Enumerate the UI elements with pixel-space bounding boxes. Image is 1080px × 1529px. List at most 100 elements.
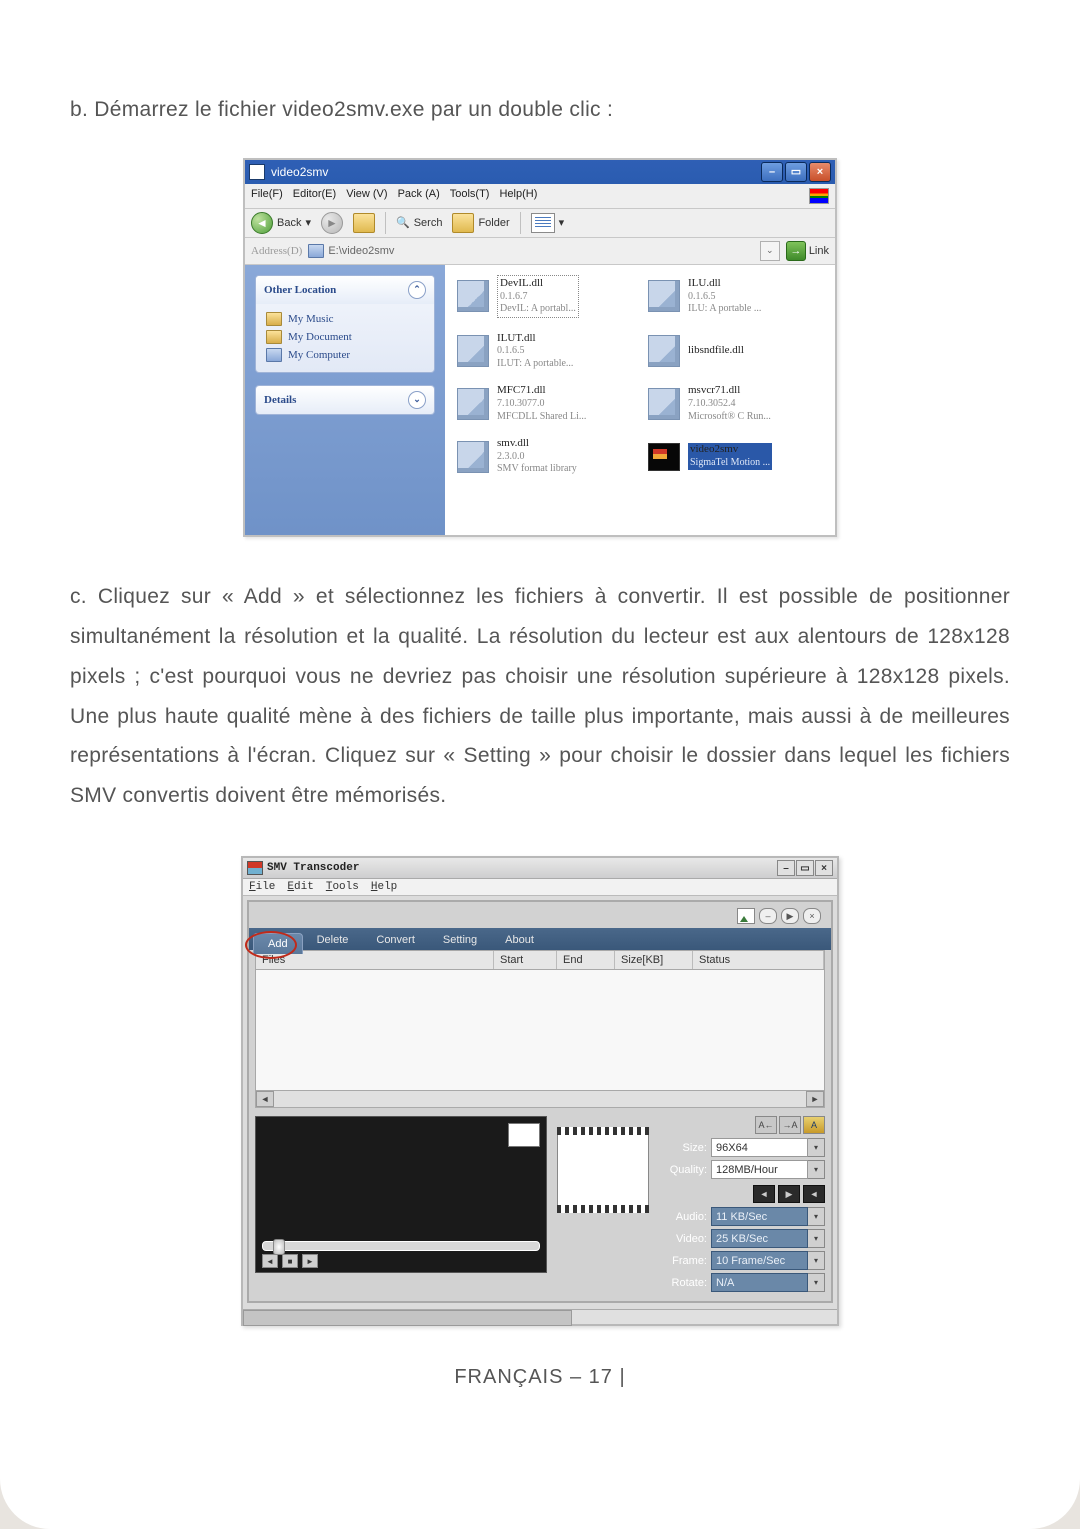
mark-a-button[interactable]: A bbox=[803, 1116, 825, 1134]
address-dropdown[interactable]: ⌄ bbox=[760, 241, 780, 261]
details-panel: Details ⌄ bbox=[255, 385, 435, 415]
mark-a-out-button[interactable]: →A bbox=[779, 1116, 801, 1134]
address-input[interactable]: E:\video2smv bbox=[308, 244, 753, 258]
menu-editor[interactable]: Editor(E) bbox=[293, 188, 336, 204]
maximize-button[interactable]: ▭ bbox=[796, 860, 814, 876]
stop-button[interactable]: × bbox=[803, 908, 821, 924]
tab-setting[interactable]: Setting bbox=[429, 930, 491, 950]
audio-select[interactable]: 11 KB/Sec bbox=[711, 1207, 808, 1226]
address-bar: Address(D) E:\video2smv ⌄ → Link bbox=[245, 238, 835, 265]
timeline[interactable]: ◄ ■ ► bbox=[262, 1241, 540, 1268]
maximize-button[interactable]: ▭ bbox=[785, 162, 807, 182]
address-path: E:\video2smv bbox=[328, 245, 394, 257]
menu-view[interactable]: View (V) bbox=[346, 188, 387, 204]
menu-help[interactable]: Help bbox=[371, 881, 397, 893]
folder-button[interactable]: Folder bbox=[452, 213, 509, 233]
sidebar-item-music[interactable]: My Music bbox=[266, 310, 424, 328]
video-select[interactable]: 25 KB/Sec bbox=[711, 1229, 808, 1248]
play-button[interactable]: ▶ bbox=[781, 908, 799, 924]
col-start[interactable]: Start bbox=[494, 951, 557, 969]
menu-file[interactable]: File(F) bbox=[251, 188, 283, 204]
go-button[interactable]: → Link bbox=[786, 241, 829, 261]
horizontal-scrollbar[interactable]: ◄► bbox=[255, 1091, 825, 1108]
file-item[interactable]: msvcr71.dll7.10.3052.4Microsoft® C Run..… bbox=[648, 384, 823, 423]
folder-icon bbox=[266, 330, 282, 344]
menu-tools[interactable]: Tools bbox=[326, 881, 359, 893]
folder-icon bbox=[452, 213, 474, 233]
seek-left-icon[interactable]: ◄ bbox=[262, 1254, 278, 1268]
sidebar-item-computer[interactable]: My Computer bbox=[266, 346, 424, 364]
app-icon bbox=[247, 861, 263, 875]
col-status[interactable]: Status bbox=[693, 951, 824, 969]
file-item[interactable]: libsndfile.dll bbox=[648, 332, 823, 371]
toolbar: ◄ Back ▾ ► 🔍 Serch Folder ▾ bbox=[245, 209, 835, 238]
menu-pack[interactable]: Pack (A) bbox=[398, 188, 440, 204]
details-header[interactable]: Details ⌄ bbox=[256, 386, 434, 414]
seek-center-icon[interactable]: ■ bbox=[282, 1254, 298, 1268]
minimize-button[interactable]: – bbox=[777, 860, 795, 876]
step-c-text: c. Cliquez sur « Add » et sélectionnez l… bbox=[70, 577, 1010, 816]
file-item[interactable]: MFC71.dll7.10.3077.0MFCDLL Shared Li... bbox=[457, 384, 632, 423]
dropdown-icon[interactable]: ▾ bbox=[808, 1138, 825, 1157]
volume-mute-icon[interactable]: ◄ bbox=[803, 1185, 825, 1203]
file-grid-body[interactable] bbox=[255, 970, 825, 1091]
file-item[interactable]: ILUT.dll0.1.6.5ILUT: A portable... bbox=[457, 332, 632, 371]
close-button[interactable]: × bbox=[809, 162, 831, 182]
size-label: Size: bbox=[659, 1142, 711, 1154]
tab-about[interactable]: About bbox=[491, 930, 548, 950]
dropdown-icon[interactable]: ▾ bbox=[808, 1273, 825, 1292]
tab-delete[interactable]: Delete bbox=[303, 930, 363, 950]
dropdown-icon[interactable]: ▾ bbox=[808, 1207, 825, 1226]
other-location-panel: Other Location ⌃ My Music My Document My… bbox=[255, 275, 435, 373]
seek-right-icon[interactable]: ► bbox=[302, 1254, 318, 1268]
views-button[interactable]: ▾ bbox=[531, 213, 565, 233]
rotate-select[interactable]: N/A bbox=[711, 1273, 808, 1292]
collapse-icon: ⌃ bbox=[408, 281, 426, 299]
up-folder-icon bbox=[353, 213, 375, 233]
file-item[interactable]: DevIL.dll0.1.6.7DevIL: A portabl... bbox=[457, 275, 632, 318]
col-size[interactable]: Size[KB] bbox=[615, 951, 693, 969]
tab-convert[interactable]: Convert bbox=[362, 930, 429, 950]
menu-edit[interactable]: Edit bbox=[287, 881, 313, 893]
back-label: Back bbox=[277, 217, 301, 229]
up-button[interactable] bbox=[353, 213, 375, 233]
menu-tools[interactable]: Tools(T) bbox=[450, 188, 490, 204]
file-list: DevIL.dll0.1.6.7DevIL: A portabl... ILU.… bbox=[445, 265, 835, 535]
file-item-selected[interactable]: video2smvSigmaTel Motion ... bbox=[648, 437, 823, 476]
frame-label: Frame: bbox=[659, 1255, 711, 1267]
image-icon[interactable] bbox=[737, 908, 755, 924]
address-label: Address(D) bbox=[251, 245, 302, 257]
sidebar-item-document[interactable]: My Document bbox=[266, 328, 424, 346]
size-select[interactable]: 96X64 bbox=[711, 1138, 808, 1157]
play-icon[interactable]: ▶ bbox=[778, 1185, 800, 1203]
mark-a-in-button[interactable]: A← bbox=[755, 1116, 777, 1134]
menu-file[interactable]: File bbox=[249, 881, 275, 893]
col-end[interactable]: End bbox=[557, 951, 615, 969]
frame-select[interactable]: 10 Frame/Sec bbox=[711, 1251, 808, 1270]
scroll-left-icon[interactable]: ◄ bbox=[256, 1091, 274, 1107]
tab-add[interactable]: Add bbox=[253, 933, 303, 954]
dll-icon bbox=[457, 280, 489, 312]
window-icon bbox=[249, 164, 265, 180]
window-bottom-scroll[interactable] bbox=[243, 1309, 837, 1324]
file-item[interactable]: ILU.dll0.1.6.5ILU: A portable ... bbox=[648, 275, 823, 318]
prev-button[interactable]: – bbox=[759, 908, 777, 924]
dll-icon bbox=[648, 388, 680, 420]
volume-down-icon[interactable]: ◄ bbox=[753, 1185, 775, 1203]
close-button[interactable]: × bbox=[815, 860, 833, 876]
flag-icon bbox=[809, 188, 829, 204]
forward-button[interactable]: ► bbox=[321, 212, 343, 234]
menu-help[interactable]: Help(H) bbox=[499, 188, 537, 204]
dropdown-icon[interactable]: ▾ bbox=[808, 1251, 825, 1270]
scroll-right-icon[interactable]: ► bbox=[806, 1091, 824, 1107]
dropdown-icon[interactable]: ▾ bbox=[808, 1160, 825, 1179]
dropdown-icon[interactable]: ▾ bbox=[808, 1229, 825, 1248]
param-rotate: Rotate: N/A ▾ bbox=[659, 1273, 825, 1292]
back-button[interactable]: ◄ Back ▾ bbox=[251, 212, 311, 234]
other-location-header[interactable]: Other Location ⌃ bbox=[256, 276, 434, 304]
quality-select[interactable]: 128MB/Hour bbox=[711, 1160, 808, 1179]
param-frame: Frame: 10 Frame/Sec ▾ bbox=[659, 1251, 825, 1270]
search-button[interactable]: 🔍 Serch bbox=[396, 216, 442, 229]
file-item[interactable]: smv.dll2.3.0.0SMV format library bbox=[457, 437, 632, 476]
minimize-button[interactable]: – bbox=[761, 162, 783, 182]
